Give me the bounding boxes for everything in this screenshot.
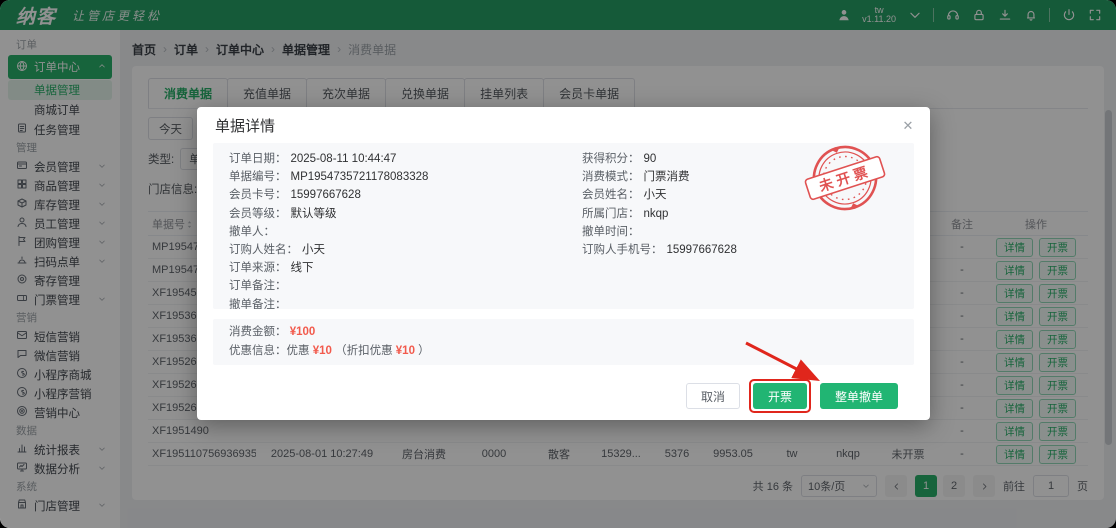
field-label: 所属门店： [582,208,640,220]
fields-left: 订单日期： 2025-08-11 10:44:47 单据编号： MP195473572… [229,150,428,309]
field-label: 撤单备注： [229,299,287,310]
discount-label: 优惠信息： [229,345,287,357]
detail-field: 订单日期： 2025-08-11 10:44:47 [229,150,428,168]
field-label: 会员卡号： [229,189,287,201]
fields-right: 获得积分： 90 消费模式： 门票消费会员姓名： 小天所属门店： nkqp 撤单时间： 订购人… [582,150,737,259]
detail-field: 撤单时间： [582,223,737,241]
field-label: 订单来源： [229,262,287,274]
app-screen: 纳客 让管店更轻松 tw v1.11.20 订单订单中心单据管理商城订单任务管理… [0,0,1116,528]
detail-field: 订单备注： [229,277,428,295]
field-label: 会员姓名： [582,189,640,201]
field-label: 订购人姓名： [229,244,298,256]
detail-field: 撤单人： [229,223,428,241]
modal-title: 单据详情 [215,115,275,136]
field-value: 2025-08-11 10:44:47 [291,153,397,165]
discount-part: ¥10 [313,345,332,357]
field-label: 订单日期： [229,153,287,165]
field-label: 获得积分： [582,153,640,165]
receipt-detail-modal: 单据详情 ✕ 订单日期： 2025-08-11 10:44:47 单据编号： MP19… [197,107,930,420]
discount-part: 优惠 [287,345,313,357]
field-label: 消费模式： [582,171,640,183]
amount-line: 消费金额： ¥100 [229,323,898,342]
amount-label: 消费金额： [229,326,287,338]
discount-part: （折扣优惠 [332,345,396,357]
detail-field: 会员姓名： 小天 [582,186,737,204]
discount-line: 优惠信息：优惠 ¥10 （折扣优惠 ¥10 ） [229,342,898,361]
discount-part: ¥10 [396,345,415,357]
field-value: nkqp [644,208,669,220]
detail-field: 消费模式： 门票消费 [582,168,737,186]
detail-field: 订购人姓名： 小天 [229,241,428,259]
field-label: 单据编号： [229,171,287,183]
field-value: MP1954735721178083328 [291,171,429,183]
modal-footer: 取消 开票 整单撤单 [213,365,914,413]
field-value: 15997667628 [667,244,737,256]
detail-field: 获得积分： 90 [582,150,737,168]
amount-value: ¥100 [290,326,316,338]
not-invoiced-stamp: 未开票 [798,131,892,225]
field-value: 门票消费 [644,171,690,183]
field-value: 默认等级 [291,208,337,220]
field-label: 撤单人： [229,226,275,238]
detail-field: 单据编号： MP1954735721178083328 [229,168,428,186]
annotation-highlight-box: 开票 [749,379,811,413]
detail-field: 订单来源： 线下 [229,259,428,277]
field-label: 订单备注： [229,280,287,292]
field-value: 线下 [291,262,314,274]
detail-field: 订购人手机号： 15997667628 [582,241,737,259]
detail-field: 所属门店： nkqp [582,205,737,223]
close-icon[interactable]: ✕ [898,115,918,135]
detail-field: 会员等级： 默认等级 [229,205,428,223]
cancel-button[interactable]: 取消 [686,383,740,409]
field-value: 90 [644,153,657,165]
discount-part: ） [415,345,430,357]
cancel-whole-order-button[interactable]: 整单撤单 [820,383,898,409]
field-label: 订购人手机号： [582,244,663,256]
amount-section: 消费金额： ¥100 优惠信息：优惠 ¥10 （折扣优惠 ¥10 ） [213,319,914,365]
field-label: 会员等级： [229,208,287,220]
field-label: 撤单时间： [582,226,640,238]
detail-field: 会员卡号： 15997667628 [229,186,428,204]
detail-field: 撤单备注： [229,296,428,310]
invoice-button[interactable]: 开票 [753,383,807,409]
discount-parts: 优惠 ¥10 （折扣优惠 ¥10 ） [287,345,430,357]
field-value: 小天 [302,244,325,256]
field-value: 15997667628 [291,189,361,201]
field-value: 小天 [644,189,667,201]
